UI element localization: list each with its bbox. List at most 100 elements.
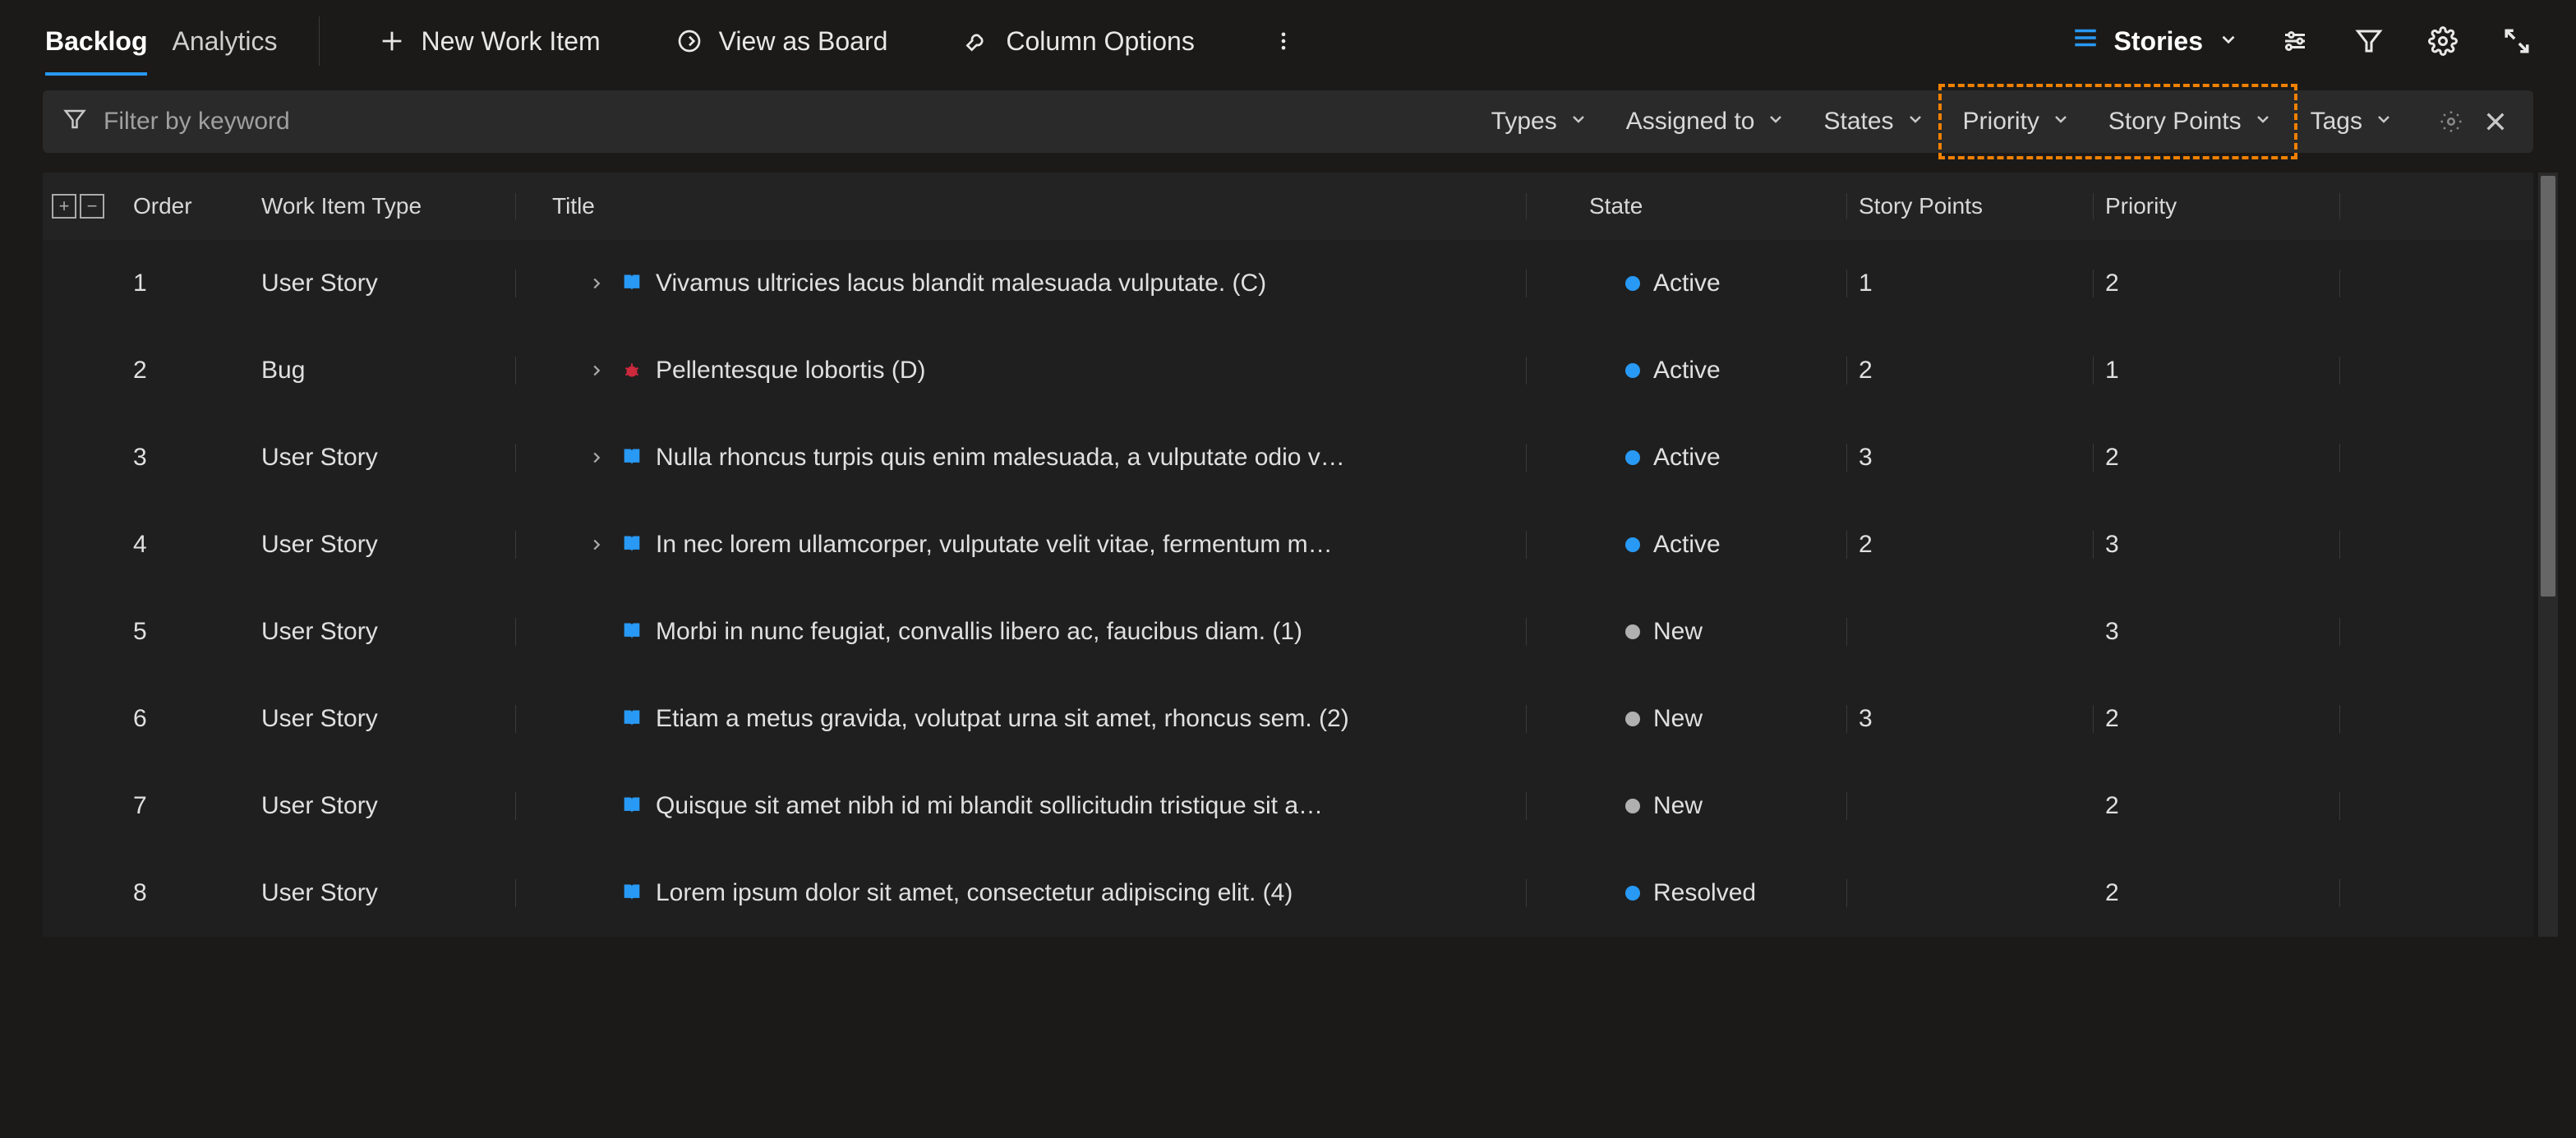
state-label: Active bbox=[1653, 270, 1721, 297]
backlog-level-selector[interactable]: Stories bbox=[2071, 24, 2239, 58]
close-icon bbox=[2482, 108, 2509, 135]
work-item-title: Pellentesque lobortis (D) bbox=[656, 357, 926, 385]
column-header-state[interactable]: State bbox=[1527, 193, 1847, 219]
expand-all-button[interactable]: + bbox=[52, 194, 76, 219]
state-label: Active bbox=[1653, 531, 1721, 559]
state-indicator-icon bbox=[1625, 799, 1640, 813]
filter-priority[interactable]: Priority bbox=[1948, 103, 2085, 141]
cell-title[interactable]: Morbi in nunc feugiat, convallis libero … bbox=[516, 618, 1527, 646]
filter-button[interactable] bbox=[2351, 23, 2387, 59]
cell-title[interactable]: Quisque sit amet nibh id mi blandit soll… bbox=[516, 792, 1527, 820]
table-row[interactable]: 8User Story Lorem ipsum dolor sit amet, c… bbox=[43, 850, 2533, 937]
state-indicator-icon bbox=[1625, 363, 1640, 378]
state-label: New bbox=[1653, 705, 1703, 733]
cell-title[interactable]: Lorem ipsum dolor sit amet, consectetur … bbox=[516, 879, 1527, 907]
user-story-icon bbox=[620, 794, 644, 818]
chevron-right-icon[interactable] bbox=[585, 362, 608, 380]
user-story-icon bbox=[620, 881, 644, 905]
sliders-icon bbox=[2280, 26, 2310, 56]
chevron-right-icon[interactable] bbox=[585, 449, 608, 467]
cell-title[interactable]: Etiam a metus gravida, volutpat urna sit… bbox=[516, 705, 1527, 733]
collapse-all-button[interactable]: − bbox=[80, 194, 104, 219]
view-as-board-button[interactable]: View as Board bbox=[658, 18, 905, 65]
state-label: Resolved bbox=[1653, 879, 1756, 907]
column-header-story-points[interactable]: Story Points bbox=[1847, 193, 2094, 219]
chevron-right-icon[interactable] bbox=[585, 274, 608, 293]
column-header-title[interactable]: Title bbox=[516, 193, 1527, 219]
table-row[interactable]: 1User StoryVivamus ultricies lacus bland… bbox=[43, 240, 2533, 327]
state-label: Active bbox=[1653, 444, 1721, 472]
table-row[interactable]: 4User Story In nec lorem ullamcorper, vul… bbox=[43, 501, 2533, 588]
table-row[interactable]: 5User StoryMorbi in nunc feugiat, conval… bbox=[43, 588, 2533, 675]
close-filter-button[interactable] bbox=[2477, 104, 2514, 140]
filter-states[interactable]: States bbox=[1809, 103, 1939, 141]
user-story-icon bbox=[620, 271, 644, 296]
cell-title[interactable]: Vivamus ultricies lacus blandit malesuad… bbox=[516, 270, 1527, 297]
filter-label: Types bbox=[1491, 108, 1557, 136]
cell-title[interactable]: In nec lorem ullamcorper, vulputate veli… bbox=[516, 531, 1527, 559]
filter-keyword-input[interactable] bbox=[104, 108, 432, 136]
tab-backlog[interactable]: Backlog bbox=[45, 0, 147, 82]
filter-assigned-to[interactable]: Assigned to bbox=[1611, 103, 1801, 141]
cell-order: 1 bbox=[113, 270, 261, 297]
button-label: View as Board bbox=[719, 26, 888, 57]
state-indicator-icon bbox=[1625, 537, 1640, 552]
bug-icon bbox=[620, 358, 644, 383]
cell-order: 4 bbox=[113, 531, 261, 559]
cell-title[interactable]: Pellentesque lobortis (D) bbox=[516, 357, 1527, 385]
stories-icon bbox=[2071, 24, 2099, 58]
table-row[interactable]: 7User StoryQuisque sit amet nibh id mi b… bbox=[43, 763, 2533, 850]
cell-priority: 2 bbox=[2094, 879, 2340, 907]
state-indicator-icon bbox=[1625, 276, 1640, 291]
settings-button[interactable] bbox=[2425, 23, 2461, 59]
fullscreen-icon bbox=[2503, 27, 2531, 55]
work-item-title: Lorem ipsum dolor sit amet, consectetur … bbox=[656, 879, 1293, 907]
table-row[interactable]: 3User StoryNulla rhoncus turpis quis eni… bbox=[43, 414, 2533, 501]
column-header-priority[interactable]: Priority bbox=[2094, 193, 2340, 219]
cell-state: New bbox=[1527, 618, 1847, 646]
chevron-down-icon bbox=[2218, 26, 2239, 57]
tab-analytics[interactable]: Analytics bbox=[172, 0, 277, 82]
filter-bar: Types Assigned to States Priority Story … bbox=[43, 90, 2533, 153]
table-row[interactable]: 6User StoryEtiam a metus gravida, volutp… bbox=[43, 675, 2533, 763]
chevron-down-icon bbox=[1766, 108, 1786, 136]
filter-types[interactable]: Types bbox=[1477, 103, 1603, 141]
cell-priority: 2 bbox=[2094, 792, 2340, 820]
chevron-right-icon[interactable] bbox=[585, 536, 608, 554]
more-vertical-icon bbox=[1269, 26, 1298, 56]
view-options-button[interactable] bbox=[2277, 23, 2313, 59]
tabs: Backlog Analytics bbox=[25, 0, 278, 82]
work-item-title: Vivamus ultricies lacus blandit malesuad… bbox=[656, 270, 1266, 297]
table-row[interactable]: 2BugPellentesque lobortis (D)Active21 bbox=[43, 327, 2533, 414]
fullscreen-button[interactable] bbox=[2499, 23, 2535, 59]
cell-type: User Story bbox=[261, 531, 516, 559]
filter-tags[interactable]: Tags bbox=[2296, 103, 2408, 141]
cell-state: New bbox=[1527, 705, 1847, 733]
tab-label: Analytics bbox=[172, 26, 277, 57]
vertical-scrollbar[interactable] bbox=[2538, 173, 2558, 937]
scrollbar-thumb[interactable] bbox=[2541, 176, 2555, 597]
column-header-order[interactable]: Order bbox=[113, 193, 261, 219]
gear-icon bbox=[2428, 26, 2458, 56]
cell-type: User Story bbox=[261, 618, 516, 646]
cell-state: Active bbox=[1527, 357, 1847, 385]
cell-type: User Story bbox=[261, 879, 516, 907]
cell-title[interactable]: Nulla rhoncus turpis quis enim malesuada… bbox=[516, 444, 1527, 472]
cell-story-points: 3 bbox=[1847, 705, 2094, 733]
cell-priority: 3 bbox=[2094, 531, 2340, 559]
user-story-icon bbox=[620, 445, 644, 470]
more-actions-button[interactable] bbox=[1252, 18, 1315, 64]
cell-order: 8 bbox=[113, 879, 261, 907]
new-work-item-button[interactable]: New Work Item bbox=[361, 18, 617, 65]
chevron-down-icon bbox=[1569, 108, 1588, 136]
filter-story-points[interactable]: Story Points bbox=[2094, 103, 2288, 141]
state-label: New bbox=[1653, 792, 1703, 820]
work-item-title: In nec lorem ullamcorper, vulputate veli… bbox=[656, 531, 1333, 559]
column-options-button[interactable]: Column Options bbox=[945, 18, 1210, 65]
filter-settings-button[interactable] bbox=[2433, 104, 2469, 140]
cell-priority: 2 bbox=[2094, 444, 2340, 472]
cell-type: User Story bbox=[261, 705, 516, 733]
column-header-type[interactable]: Work Item Type bbox=[261, 193, 516, 219]
work-item-title: Nulla rhoncus turpis quis enim malesuada… bbox=[656, 444, 1345, 472]
cell-type: User Story bbox=[261, 792, 516, 820]
